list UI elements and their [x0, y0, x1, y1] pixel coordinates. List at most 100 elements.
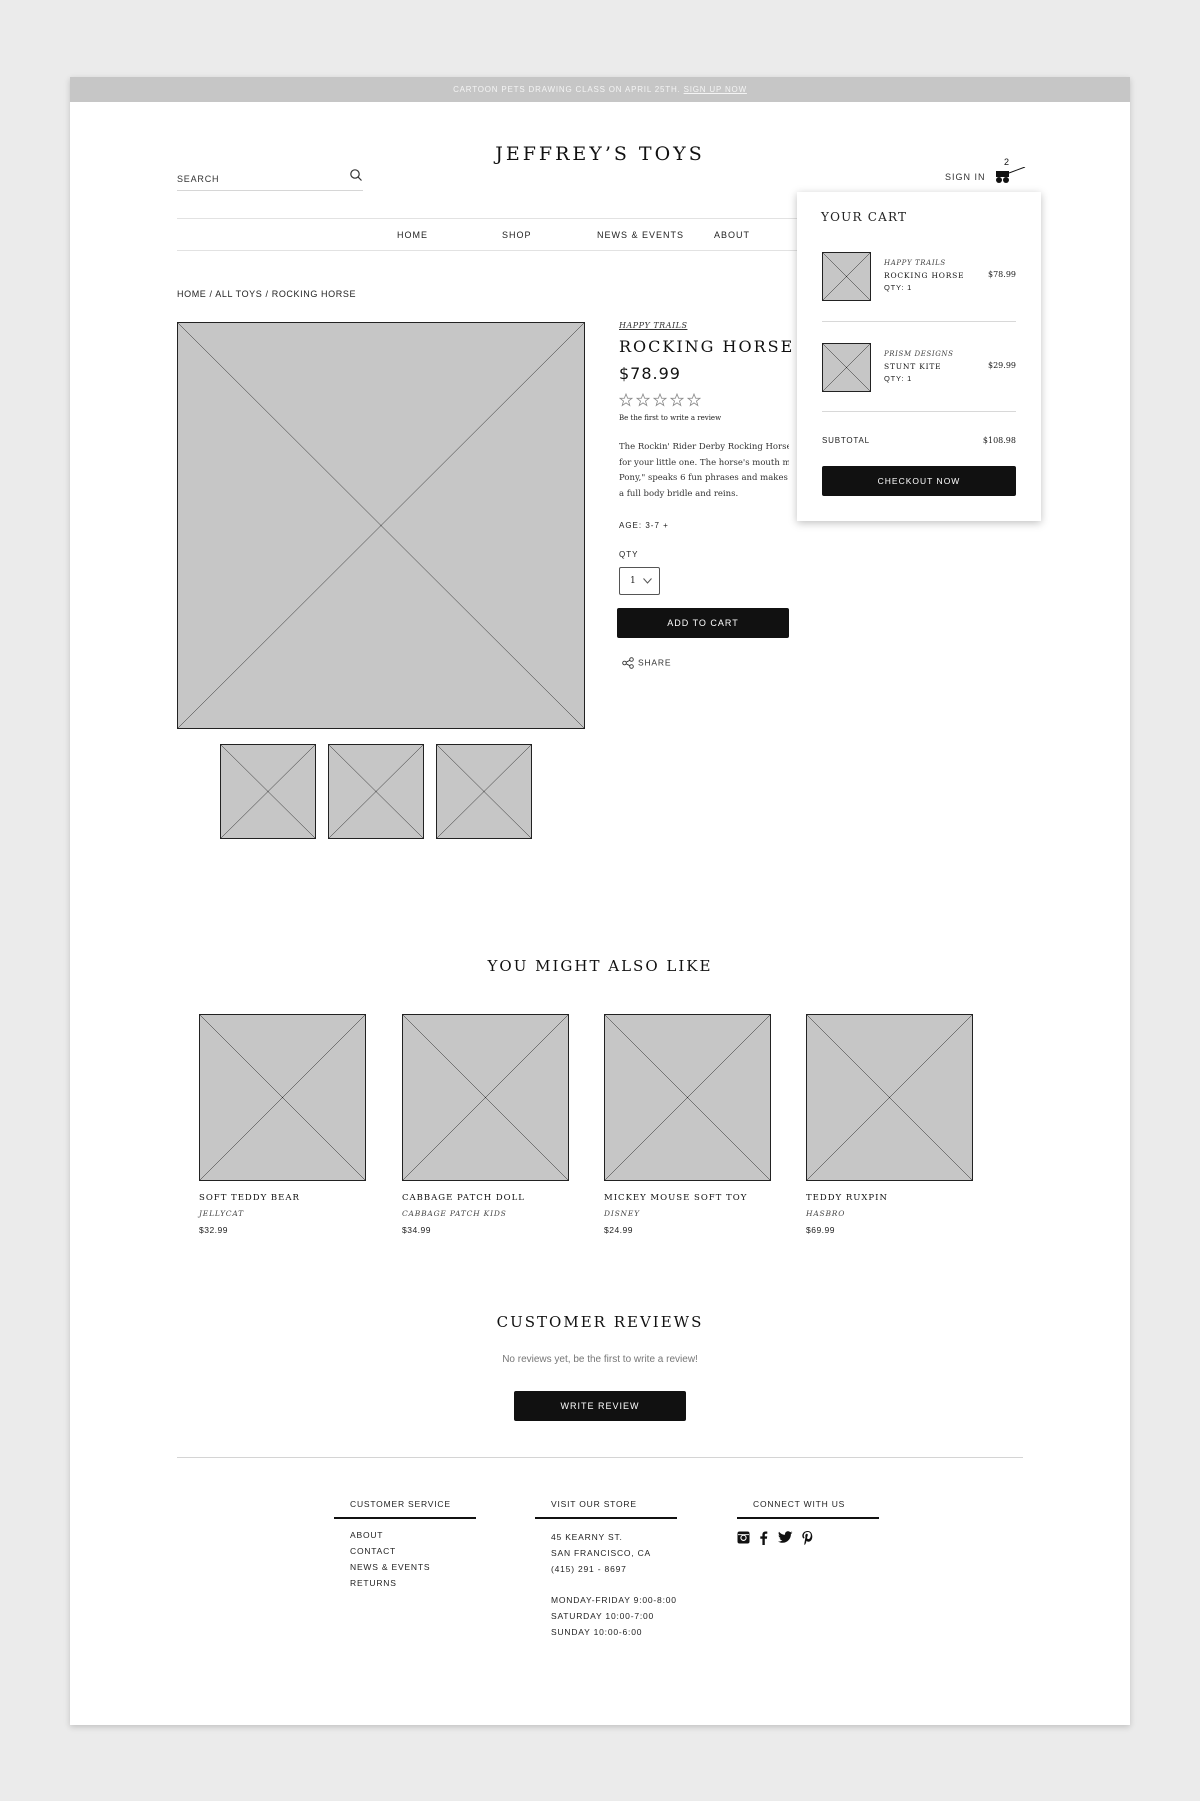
cart-title: YOUR CART — [821, 210, 908, 224]
product-main-image — [177, 322, 585, 729]
search-label: SEARCH — [177, 174, 220, 184]
product-brand-link[interactable]: HAPPY TRAILS — [619, 321, 687, 330]
product-card-name: TEDDY RUXPIN — [806, 1193, 888, 1203]
description-line: Pony," speaks 6 fun phrases and makes so… — [619, 473, 789, 483]
image-placeholder-icon — [823, 253, 870, 300]
divider — [822, 411, 1016, 412]
product-card[interactable]: MICKEY MOUSE SOFT TOY DISNEY $24.99 — [604, 1014, 772, 1244]
image-placeholder-icon — [221, 745, 315, 838]
subtotal-label: SUBTOTAL — [822, 436, 870, 445]
product-thumbnail[interactable] — [220, 744, 316, 839]
add-to-cart-button[interactable]: ADD TO CART — [617, 608, 789, 638]
cart-item-brand: PRISM DESIGNS — [884, 350, 954, 358]
breadcrumb-all-toys[interactable]: ALL TOYS — [215, 289, 262, 299]
footer-link-contact[interactable]: CONTACT — [350, 1546, 396, 1556]
social-links — [737, 1529, 818, 1547]
footer-link-about[interactable]: ABOUT — [350, 1530, 383, 1540]
reviews-title: CUSTOMER REVIEWS — [496, 1313, 704, 1331]
star-icon — [686, 393, 701, 407]
breadcrumb-home[interactable]: HOME — [177, 289, 206, 299]
announcement-bar: CARTOON PETS DRAWING CLASS ON APRIL 25TH… — [70, 77, 1130, 102]
image-placeholder-icon — [178, 323, 584, 728]
product-card-image — [806, 1014, 973, 1181]
image-placeholder-icon — [403, 1015, 568, 1180]
cart-item-name: ROCKING HORSE — [884, 271, 965, 280]
star-icon — [619, 393, 634, 407]
cart-dropdown: YOUR CART HAPPY TRAILS ROCKING HORSE QTY… — [797, 192, 1041, 521]
cart-item-qty: QTY: 1 — [884, 374, 913, 383]
instagram-icon[interactable] — [737, 1531, 750, 1544]
product-card-price: $69.99 — [806, 1225, 835, 1235]
image-placeholder-icon — [807, 1015, 972, 1180]
product-description: The Rockin' Rider Derby Rocking Horse is… — [619, 440, 789, 502]
image-placeholder-icon — [823, 344, 870, 391]
product-thumbnail[interactable] — [328, 744, 424, 839]
product-age: AGE: 3-7 + — [619, 521, 669, 530]
cart-item-name: STUNT KITE — [884, 362, 942, 371]
search-icon[interactable] — [349, 168, 363, 182]
store-address-line: 45 KEARNY ST. — [551, 1532, 623, 1542]
search-input[interactable]: SEARCH — [177, 166, 363, 191]
qty-value: 1 — [630, 576, 636, 586]
product-card-price: $24.99 — [604, 1225, 633, 1235]
footer-heading: VISIT OUR STORE — [535, 1499, 677, 1519]
facebook-icon[interactable] — [759, 1531, 768, 1545]
breadcrumb-separator: / — [265, 289, 269, 299]
store-logo[interactable]: JEFFREY’S TOYS — [70, 143, 1130, 165]
product-card-name: MICKEY MOUSE SOFT TOY — [604, 1193, 748, 1203]
nav-home[interactable]: HOME — [397, 230, 428, 240]
write-review-prompt[interactable]: Be the first to write a review — [619, 414, 721, 422]
product-card-image — [402, 1014, 569, 1181]
cart-count-badge: 2 — [1004, 157, 1010, 167]
image-placeholder-icon — [437, 745, 531, 838]
divider — [822, 321, 1016, 322]
cart-item-qty: QTY: 1 — [884, 283, 913, 292]
product-card[interactable]: TEDDY RUXPIN HASBRO $69.99 — [806, 1014, 974, 1244]
store-hours-line: MONDAY-FRIDAY 9:00-8:00 — [551, 1595, 677, 1605]
star-icon — [652, 393, 668, 407]
share-label: SHARE — [638, 657, 672, 668]
footer-link-returns[interactable]: RETURNS — [350, 1578, 397, 1588]
cart-item-price: $78.99 — [988, 270, 1016, 279]
store-hours-line: SATURDAY 10:00-7:00 — [551, 1611, 655, 1621]
product-card-name: CABBAGE PATCH DOLL — [402, 1193, 525, 1203]
nav-shop[interactable]: SHOP — [502, 230, 532, 240]
description-line: a full body bridle and reins. — [619, 488, 739, 499]
chevron-down-icon — [643, 578, 652, 584]
product-title: ROCKING HORSE — [619, 337, 795, 356]
wagon-cart-icon — [996, 167, 1026, 183]
sign-up-link[interactable]: SIGN UP NOW — [684, 85, 747, 94]
cart-item[interactable]: HAPPY TRAILS ROCKING HORSE QTY: 1 $78.99 — [822, 252, 1016, 342]
share-button[interactable]: SHARE — [622, 657, 671, 669]
product-card-image — [199, 1014, 366, 1181]
breadcrumb-current: ROCKING HORSE — [271, 289, 357, 299]
cart-item[interactable]: PRISM DESIGNS STUNT KITE QTY: 1 $29.99 — [822, 343, 1016, 433]
twitter-icon[interactable] — [777, 1531, 793, 1544]
nav-news-events[interactable]: NEWS & EVENTS — [597, 230, 684, 240]
checkout-button[interactable]: CHECKOUT NOW — [822, 466, 1016, 496]
cart-button[interactable]: 2 — [995, 157, 1027, 187]
product-card[interactable]: SOFT TEDDY BEAR JELLYCAT $32.99 — [199, 1014, 367, 1244]
recommendations-title: YOU MIGHT ALSO LIKE — [487, 957, 713, 975]
no-reviews-text: No reviews yet, be the first to write a … — [502, 1354, 698, 1365]
sign-in-link[interactable]: SIGN IN — [945, 172, 986, 182]
description-line: for your little one. The horse's mouth m… — [619, 457, 789, 468]
footer-link-news-events[interactable]: NEWS & EVENTS — [350, 1562, 430, 1572]
share-icon — [622, 657, 634, 669]
image-placeholder-icon — [605, 1015, 770, 1180]
nav-about[interactable]: ABOUT — [714, 230, 750, 240]
write-review-button[interactable]: WRITE REVIEW — [514, 1391, 686, 1421]
star-icon — [635, 393, 651, 407]
divider — [177, 1457, 1023, 1458]
product-card-brand: HASBRO — [806, 1209, 846, 1218]
product-thumbnail[interactable] — [436, 744, 532, 839]
qty-select[interactable]: 1 — [619, 567, 660, 595]
rating-stars[interactable] — [619, 393, 701, 407]
pinterest-icon[interactable] — [802, 1530, 813, 1545]
product-card[interactable]: CABBAGE PATCH DOLL CABBAGE PATCH KIDS $3… — [402, 1014, 570, 1244]
breadcrumb: HOME / ALL TOYS / ROCKING HORSE — [177, 289, 356, 299]
store-address-line: SAN FRANCISCO, CA — [551, 1548, 652, 1558]
store-hours-line: SUNDAY 10:00-6:00 — [551, 1627, 643, 1637]
product-card-brand: CABBAGE PATCH KIDS — [402, 1209, 507, 1218]
product-card-price: $34.99 — [402, 1225, 431, 1235]
